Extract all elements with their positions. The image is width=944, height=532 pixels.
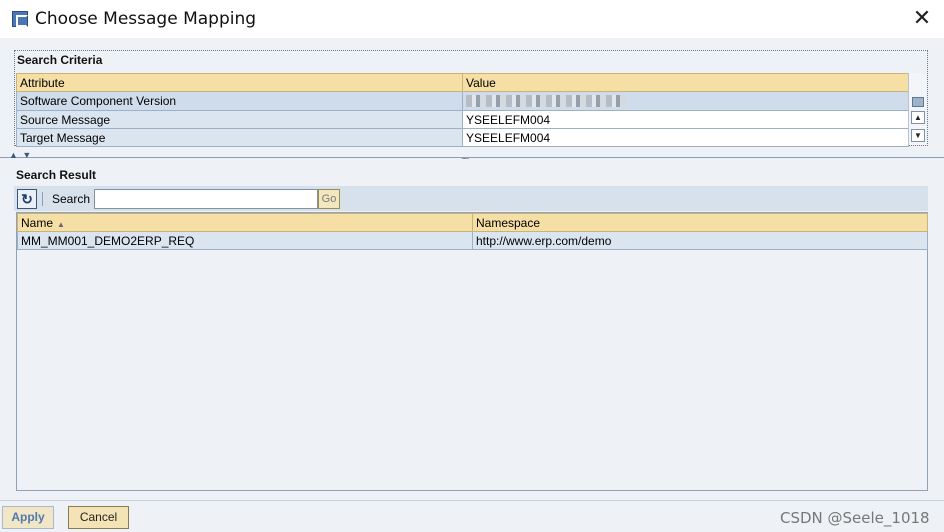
splitter-line	[0, 157, 944, 158]
result-name[interactable]: MM_MM001_DEMO2ERP_REQ	[17, 231, 473, 250]
scrollbar-thumb[interactable]	[912, 97, 924, 107]
close-icon[interactable]: ✕	[912, 8, 932, 30]
criteria-header-row: Attribute Value	[16, 73, 909, 92]
criteria-value[interactable]: YSEELEFM004	[462, 128, 909, 147]
go-button[interactable]: Go	[318, 189, 340, 209]
column-header-attribute[interactable]: Attribute	[16, 73, 463, 92]
splitter-grip-icon[interactable]: ......	[461, 152, 469, 161]
column-header-namespace[interactable]: Namespace	[472, 213, 928, 232]
cancel-button[interactable]: Cancel	[68, 506, 129, 529]
criteria-table: Attribute Value Software Component Versi…	[16, 73, 909, 147]
criteria-row[interactable]: Target Message YSEELEFM004	[16, 128, 909, 147]
dialog-content: Search Criteria Attribute Value Software…	[0, 38, 944, 532]
result-table: Name ▲ Namespace MM_MM001_DEMO2ERP_REQ ht…	[17, 213, 928, 250]
search-input[interactable]	[94, 189, 318, 209]
column-header-name[interactable]: Name ▲	[17, 213, 473, 232]
window-title: Choose Message Mapping	[35, 9, 257, 29]
search-criteria-panel: Search Criteria Attribute Value Software…	[14, 50, 928, 147]
collapse-arrows-icon[interactable]: ▲ ▼	[9, 150, 32, 160]
refresh-icon[interactable]: ↻	[17, 189, 37, 209]
app-icon	[12, 11, 28, 27]
watermark: CSDN @Seele_1018	[780, 509, 930, 527]
search-label: Search	[52, 192, 91, 206]
panel-splitter[interactable]: ▲ ▼ ......	[0, 150, 944, 161]
result-header-row: Name ▲ Namespace	[17, 213, 928, 232]
search-criteria-title: Search Criteria	[17, 53, 103, 67]
criteria-attribute: Software Component Version	[16, 91, 463, 111]
table-row[interactable]: MM_MM001_DEMO2ERP_REQ http://www.erp.com…	[17, 231, 928, 250]
result-namespace[interactable]: http://www.erp.com/demo	[472, 231, 928, 250]
criteria-attribute: Source Message	[16, 110, 463, 129]
sort-ascending-icon[interactable]: ▲	[57, 220, 65, 229]
column-header-name-label: Name	[21, 215, 54, 230]
title-bar: Choose Message Mapping ✕	[0, 0, 944, 38]
result-toolbar: ↻ Search Go	[14, 186, 928, 211]
apply-button[interactable]: Apply	[2, 506, 54, 529]
column-header-value[interactable]: Value	[462, 73, 909, 92]
criteria-row[interactable]: Source Message YSEELEFM004	[16, 110, 909, 129]
criteria-scrollbar[interactable]: ▲ ▼	[908, 73, 926, 145]
criteria-value-cell[interactable]	[462, 91, 909, 111]
toolbar-divider	[42, 192, 43, 206]
scroll-up-icon[interactable]: ▲	[911, 111, 925, 124]
criteria-row[interactable]: Software Component Version	[16, 91, 909, 111]
criteria-value[interactable]: YSEELEFM004	[462, 110, 909, 129]
search-result-title: Search Result	[16, 168, 97, 182]
redacted-value	[466, 95, 626, 107]
search-result-panel: Name ▲ Namespace MM_MM001_DEMO2ERP_REQ ht…	[16, 212, 928, 491]
dialog-footer: Apply Cancel CSDN @Seele_1018	[0, 500, 944, 532]
criteria-attribute: Target Message	[16, 128, 463, 147]
scroll-down-icon[interactable]: ▼	[911, 129, 925, 142]
